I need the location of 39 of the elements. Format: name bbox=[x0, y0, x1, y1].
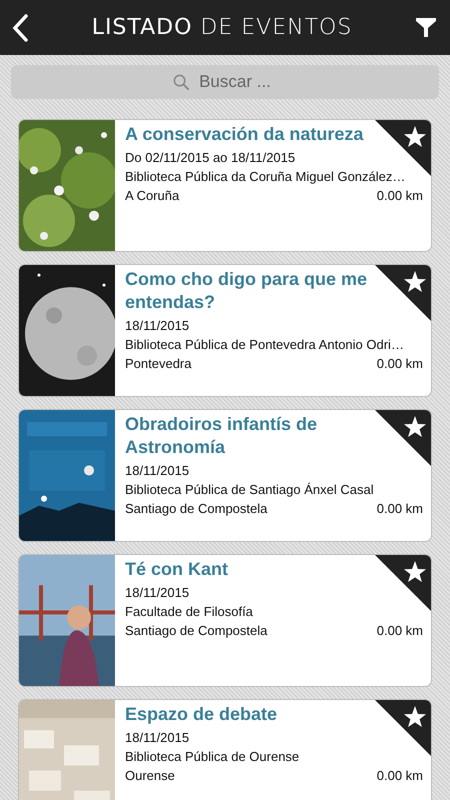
event-venue: Biblioteca Pública de Pontevedra Antonio Odri… bbox=[125, 336, 405, 354]
event-distance: 0.00 km bbox=[376, 187, 423, 205]
event-title: Té con Kant bbox=[125, 558, 230, 581]
event-title: A conservación da natureza bbox=[125, 123, 364, 146]
event-city: A Coruña bbox=[125, 187, 180, 205]
event-date: 18/11/2015 bbox=[125, 462, 190, 480]
event-date: 18/11/2015 bbox=[125, 729, 190, 747]
event-date: 18/11/2015 bbox=[125, 584, 190, 602]
filter-icon[interactable] bbox=[414, 16, 438, 40]
event-date: Do 02/11/2015 ao 18/11/2015 bbox=[125, 149, 296, 167]
event-distance: 0.00 km bbox=[376, 500, 423, 518]
search-field[interactable]: Buscar ... bbox=[11, 65, 439, 99]
event-title: Obradoiros infantís de Astronomía bbox=[125, 413, 318, 459]
event-title: Como cho digo para que me entendas? bbox=[125, 268, 368, 314]
event-city: Ourense bbox=[125, 767, 175, 785]
favorite-star-icon[interactable] bbox=[375, 700, 431, 756]
page-title: LISTADO DE EVENTOS bbox=[92, 14, 352, 42]
event-venue: Biblioteca Pública de Ourense bbox=[125, 748, 300, 766]
search-icon bbox=[173, 74, 190, 91]
event-distance: 0.00 km bbox=[376, 355, 423, 373]
event-distance: 0.00 km bbox=[376, 767, 423, 785]
event-card[interactable]: Té con Kant 18/11/2015 Facultade de Filosofía Santiago de Compostela 0.00 km bbox=[18, 554, 432, 687]
event-title: Espazo de debate bbox=[125, 703, 278, 726]
event-card[interactable]: Espazo de debate 18/11/2015 Biblioteca Pública de Ourense Ourense 0.00 km bbox=[18, 699, 432, 800]
favorite-star-icon[interactable] bbox=[375, 265, 431, 321]
event-venue: Biblioteca Pública de Santiago Ánxel Casal bbox=[125, 481, 375, 499]
event-city: Pontevedra bbox=[125, 355, 192, 373]
event-card[interactable]: Obradoiros infantís de Astronomía 18/11/2015 Biblioteca Pública de Santiago Ánxel Casal Santiago de Compostela 0.00 km bbox=[18, 409, 432, 542]
event-card[interactable]: Como cho digo para que me entendas? 18/11/2015 Biblioteca Pública de Pontevedra Antonio Odri… Pontevedra 0.00 km bbox=[18, 264, 432, 397]
back-icon[interactable] bbox=[10, 12, 30, 42]
event-venue: Facultade de Filosofía bbox=[125, 603, 254, 621]
event-distance: 0.00 km bbox=[376, 622, 423, 640]
event-card[interactable]: A conservación da natureza Do 02/11/2015 ao 18/11/2015 Biblioteca Pública da Coruña Miguel González… A Coruña 0.00 km bbox=[18, 119, 432, 252]
favorite-star-icon[interactable] bbox=[375, 410, 431, 466]
favorite-star-icon[interactable] bbox=[375, 555, 431, 611]
event-date: 18/11/2015 bbox=[125, 317, 190, 335]
event-city: Santiago de Compostela bbox=[125, 500, 268, 518]
event-city: Santiago de Compostela bbox=[125, 622, 268, 640]
event-venue: Biblioteca Pública da Coruña Miguel González… bbox=[125, 168, 406, 186]
